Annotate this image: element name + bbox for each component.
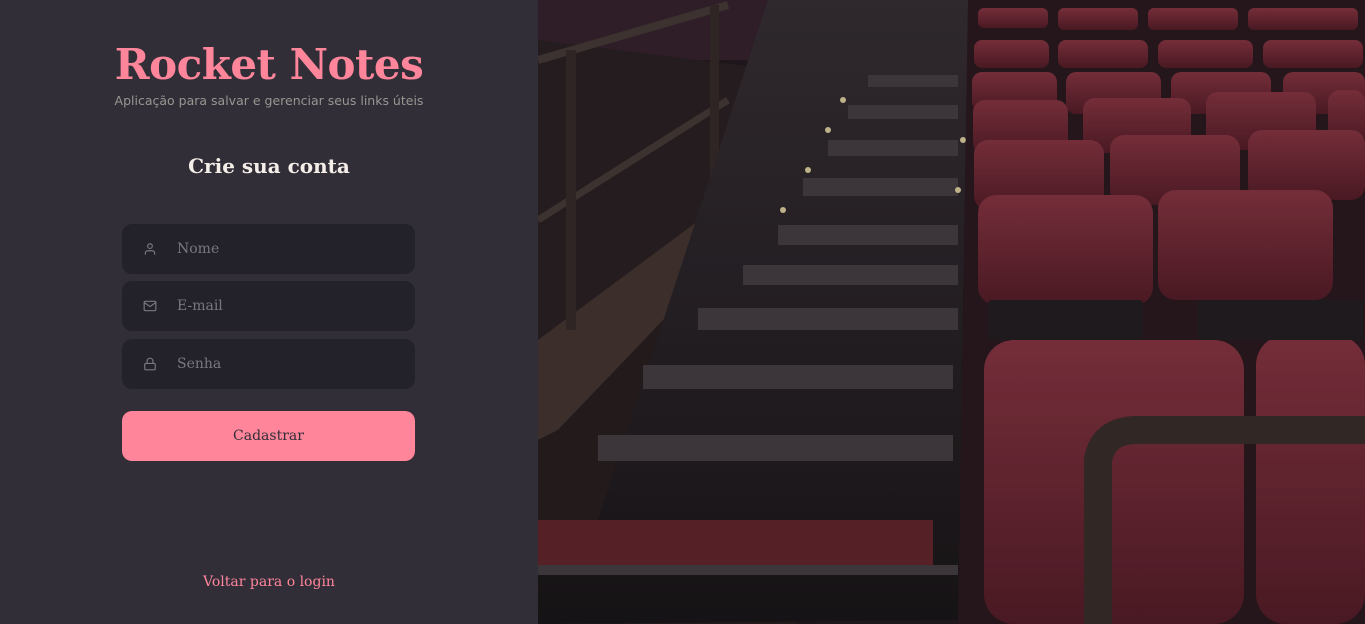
form-title: Crie sua conta — [188, 154, 350, 178]
user-icon — [122, 224, 177, 274]
theater-background-image — [538, 0, 1365, 624]
name-field[interactable] — [122, 224, 415, 274]
mail-icon — [122, 281, 177, 331]
back-to-login-link[interactable]: Voltar para o login — [0, 574, 538, 590]
password-field[interactable] — [122, 339, 415, 389]
email-input[interactable] — [177, 286, 397, 326]
brand-tagline: Aplicação para salvar e gerenciar seus l… — [114, 93, 424, 108]
name-input[interactable] — [177, 229, 397, 269]
sign-up-panel: Rocket Notes Aplicação para salvar e ger… — [0, 0, 538, 624]
email-field[interactable] — [122, 281, 415, 331]
register-button[interactable]: Cadastrar — [122, 411, 415, 461]
lock-icon — [122, 339, 177, 389]
brand-title: Rocket Notes — [114, 40, 424, 89]
password-input[interactable] — [177, 344, 397, 384]
